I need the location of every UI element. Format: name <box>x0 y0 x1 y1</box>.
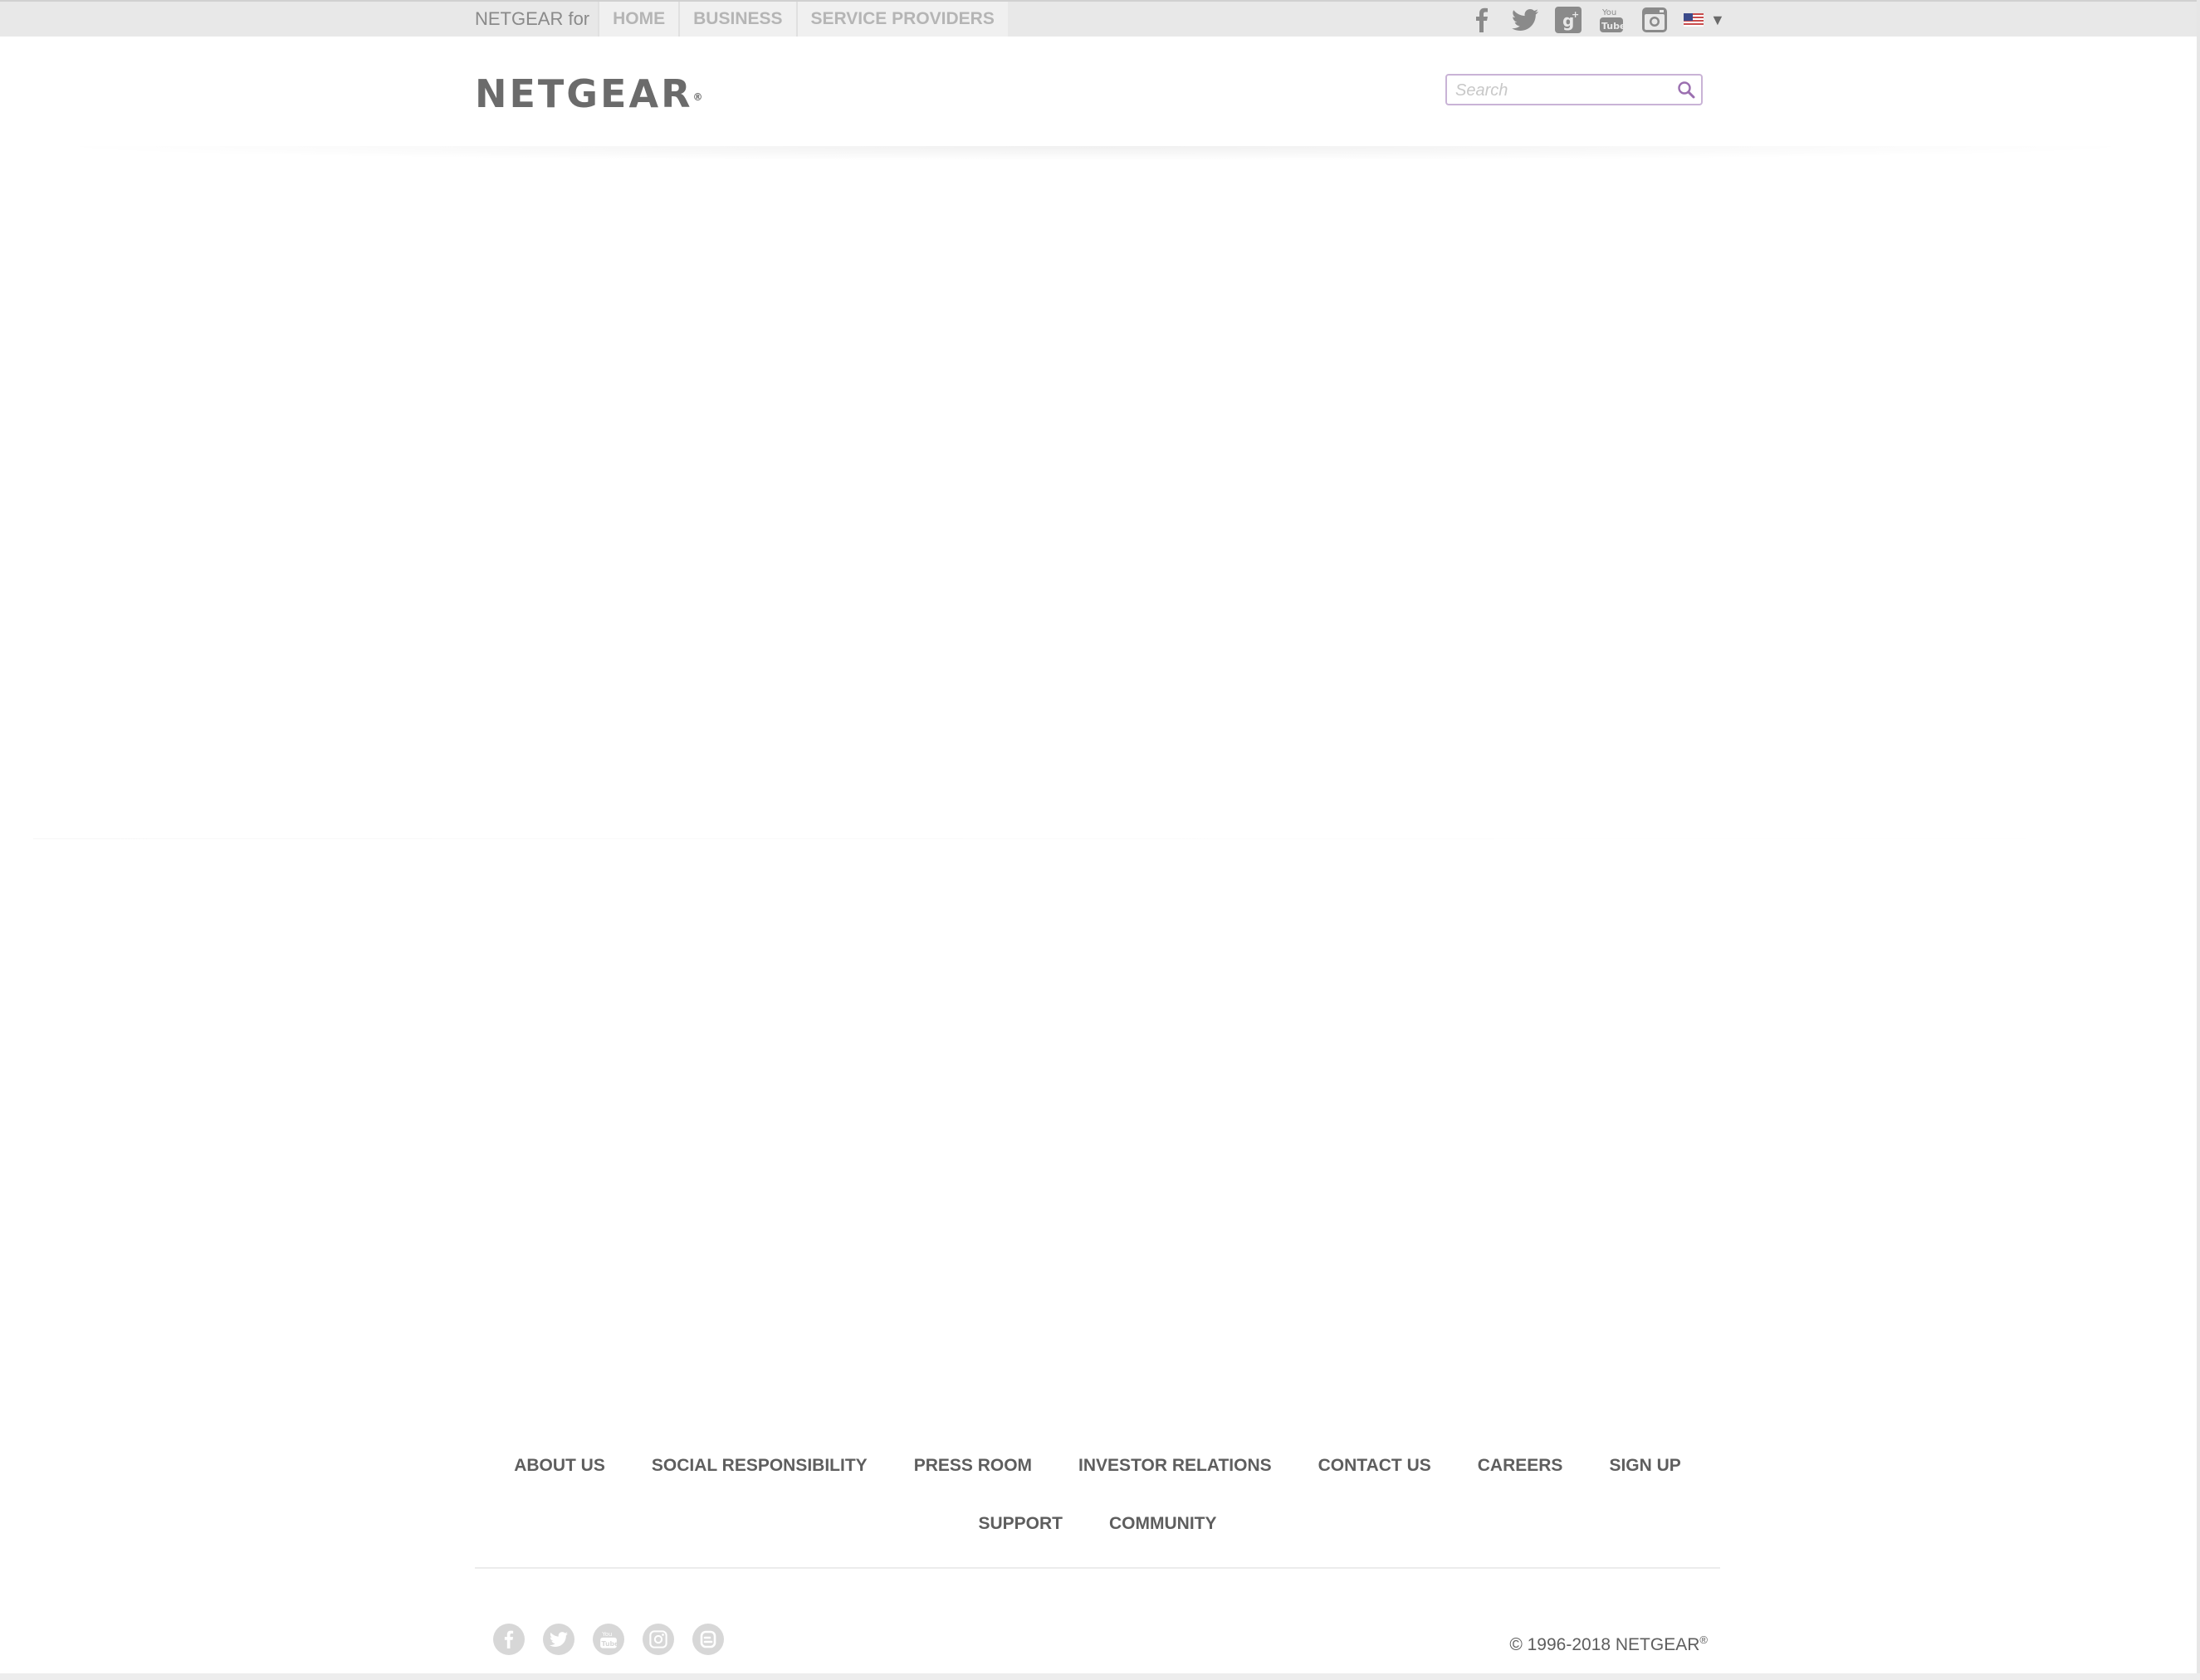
footer-link-press-room[interactable]: PRESS ROOM <box>914 1454 1032 1477</box>
copyright-label: © 1996-2018 NETGEAR <box>1509 1635 1700 1654</box>
facebook-icon[interactable] <box>1468 6 1496 34</box>
content-divider <box>33 838 2158 839</box>
svg-text:Tube: Tube <box>602 1640 618 1648</box>
footer-link-investor-relations[interactable]: INVESTOR RELATIONS <box>1078 1454 1272 1477</box>
netgear-logo[interactable]: NETGEAR® <box>475 73 703 115</box>
segment-service-providers[interactable]: SERVICE PROVIDERS <box>795 2 1008 37</box>
topbar-social: g + You Tube ▼ <box>1468 5 1725 35</box>
bottom-strip <box>0 1673 2200 1680</box>
search-button[interactable] <box>1674 78 1698 101</box>
header-shadow <box>33 146 2158 161</box>
footer-social-icons: You Tube <box>493 1624 724 1655</box>
facebook-icon[interactable] <box>493 1624 525 1655</box>
instagram-icon[interactable] <box>1640 6 1669 34</box>
chevron-down-icon: ▼ <box>1710 11 1725 28</box>
segment-home[interactable]: HOME <box>598 2 679 37</box>
scrollbar-track[interactable] <box>2197 0 2200 1680</box>
twitter-icon[interactable] <box>1511 6 1539 34</box>
top-utility-bar: NETGEAR for HOME BUSINESS SERVICE PROVID… <box>0 0 2200 37</box>
youtube-icon[interactable]: You Tube <box>593 1624 624 1655</box>
segment-business[interactable]: BUSINESS <box>678 2 796 37</box>
netgear-for-label: NETGEAR for <box>475 8 590 29</box>
footer-link-about-us[interactable]: ABOUT US <box>514 1454 605 1477</box>
instagram-icon[interactable] <box>643 1624 674 1655</box>
footer-link-support[interactable]: SUPPORT <box>978 1512 1063 1536</box>
youtube-icon[interactable]: You Tube <box>1597 6 1626 34</box>
us-flag-icon <box>1684 13 1704 27</box>
blog-icon[interactable] <box>692 1624 724 1655</box>
site-header: NETGEAR® <box>0 37 2200 148</box>
logo-text: NETGEAR <box>475 71 693 116</box>
logo-registered-mark: ® <box>692 91 703 103</box>
footer-link-community[interactable]: COMMUNITY <box>1109 1512 1217 1536</box>
svg-text:Tube: Tube <box>1601 21 1624 32</box>
audience-segments: NETGEAR for HOME BUSINESS SERVICE PROVID… <box>475 2 1008 37</box>
footer-link-sign-up[interactable]: SIGN UP <box>1609 1454 1680 1477</box>
footer-link-contact-us[interactable]: CONTACT US <box>1318 1454 1431 1477</box>
svg-text:You: You <box>601 1630 612 1638</box>
twitter-icon[interactable] <box>543 1624 574 1655</box>
footer-link-careers[interactable]: CAREERS <box>1478 1454 1563 1477</box>
footer-nav-primary: ABOUT US SOCIAL RESPONSIBILITY PRESS ROO… <box>475 1454 1720 1477</box>
footer-link-social-responsibility[interactable]: SOCIAL RESPONSIBILITY <box>652 1454 868 1477</box>
locale-selector[interactable]: ▼ <box>1684 12 1725 29</box>
svg-text:+: + <box>1572 9 1579 20</box>
copyright-registered-mark: ® <box>1699 1634 1708 1646</box>
copyright-text: © 1996-2018 NETGEAR® <box>1509 1629 1708 1657</box>
svg-text:You: You <box>1601 8 1616 17</box>
search-icon <box>1678 81 1695 99</box>
footer-nav-secondary: SUPPORT COMMUNITY <box>475 1512 1720 1536</box>
netgear-page: NETGEAR for HOME BUSINESS SERVICE PROVID… <box>0 0 2200 1680</box>
search-input[interactable] <box>1454 76 1673 105</box>
footer-divider <box>475 1567 1720 1569</box>
search-box <box>1445 74 1703 105</box>
google-plus-icon[interactable]: g + <box>1554 6 1582 34</box>
